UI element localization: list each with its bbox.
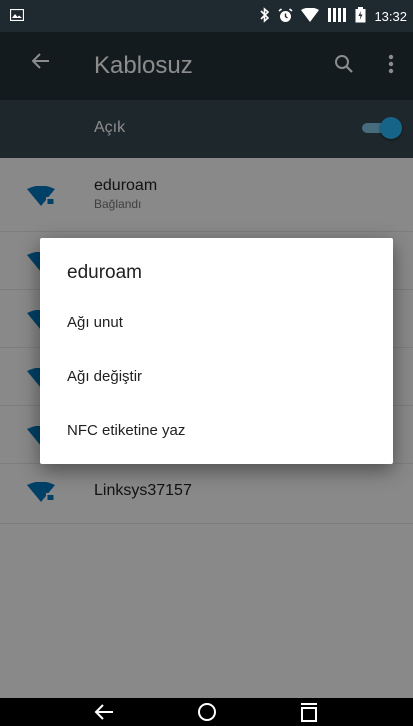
alarm-icon	[278, 7, 293, 26]
nav-home-icon[interactable]	[197, 702, 217, 726]
bluetooth-icon	[260, 7, 270, 26]
wifi-settings-screen: 13:32 Kablosuz Açık eduroam Bağlandı Lin…	[0, 0, 413, 726]
nav-recents-icon[interactable]	[300, 702, 318, 726]
navigation-bar	[0, 698, 413, 726]
nav-back-icon[interactable]	[94, 702, 114, 726]
wifi-signal-icon	[301, 7, 320, 25]
network-options-dialog: eduroam Ağı unut Ağı değiştir NFC etiket…	[40, 238, 393, 464]
modify-network-item[interactable]: Ağı değiştir	[67, 368, 142, 385]
write-nfc-tag-item[interactable]: NFC etiketine yaz	[67, 422, 185, 439]
forget-network-item[interactable]: Ağı unut	[67, 314, 123, 331]
battery-icon	[355, 7, 366, 26]
status-bar: 13:32	[0, 0, 413, 32]
image-notification-icon	[9, 8, 25, 26]
cell-signal-icon	[327, 8, 347, 25]
status-time: 13:32	[374, 9, 407, 24]
dialog-title: eduroam	[67, 262, 142, 283]
